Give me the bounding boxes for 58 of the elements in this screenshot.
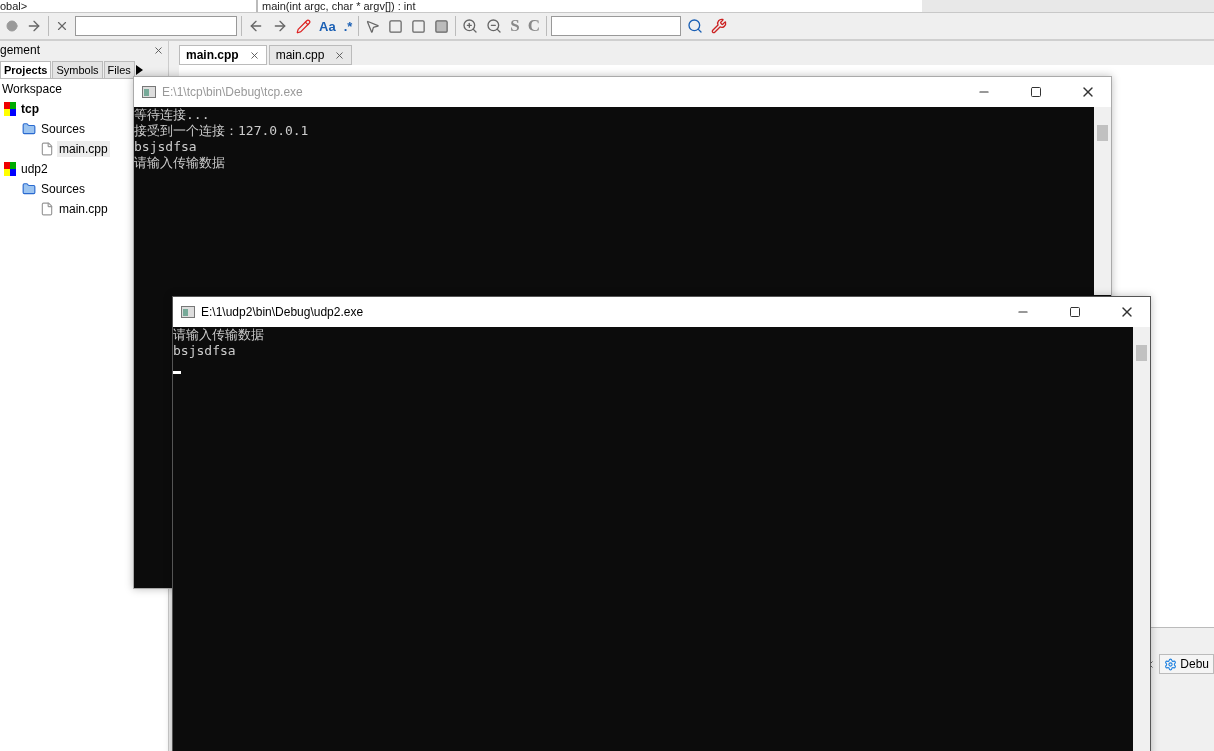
- panel-title: gement: [0, 43, 41, 57]
- close-icon[interactable]: [334, 49, 346, 61]
- tree-item[interactable]: tcp: [19, 101, 41, 117]
- console-line: 请输入传输数据: [134, 155, 225, 171]
- maximize-icon: [1030, 86, 1042, 98]
- filled-rectangle-icon: [434, 18, 450, 34]
- console-line: 等待连接...: [134, 107, 210, 123]
- tree-item[interactable]: Sources: [39, 121, 88, 137]
- folder-icon: [22, 182, 36, 196]
- panel-tab[interactable]: Files: [103, 61, 135, 78]
- arrow-right-icon: [272, 18, 288, 34]
- console-line: bsjsdfsa: [134, 139, 197, 155]
- scrollbar[interactable]: [1094, 107, 1111, 295]
- regex-button[interactable]: .*: [341, 15, 355, 37]
- tree-item[interactable]: main.cpp: [57, 201, 110, 217]
- close-icon[interactable]: [248, 49, 260, 61]
- rectangle-icon: [388, 18, 404, 34]
- editor-tab[interactable]: main.cpp: [268, 45, 353, 65]
- window-title: E:\1\udp2\bin\Debug\udp2.exe: [201, 305, 365, 319]
- match-case-button[interactable]: Aa: [317, 15, 338, 37]
- project-icon: [4, 102, 16, 116]
- pointer-icon: [365, 18, 381, 34]
- pencil-icon: [296, 18, 311, 34]
- close-icon[interactable]: [153, 44, 164, 56]
- file-icon: [40, 202, 54, 216]
- zoom-in-icon: [462, 18, 479, 34]
- tree-item[interactable]: udp2: [19, 161, 50, 177]
- editor-tab[interactable]: main.cpp: [179, 45, 267, 65]
- app-icon: [142, 86, 156, 98]
- project-icon: [4, 162, 16, 176]
- scope-dropdown[interactable]: obal>: [0, 0, 258, 12]
- app-icon: [181, 306, 195, 318]
- triangle-right-icon[interactable]: [135, 64, 143, 75]
- window-title: E:\1\tcp\bin\Debug\tcp.exe: [162, 85, 304, 99]
- dot-icon: [6, 20, 18, 32]
- console-line: bsjsdfsa: [173, 343, 236, 359]
- maximize-icon: [1069, 306, 1081, 318]
- panel-tab[interactable]: Projects: [0, 61, 52, 78]
- log-tab[interactable]: Debu: [1159, 654, 1214, 674]
- gear-icon: [1164, 657, 1178, 671]
- function-dropdown[interactable]: main(int argc, char * argv[]) : int: [258, 0, 922, 12]
- search-combo[interactable]: [551, 16, 682, 36]
- console-line: 请输入传输数据: [173, 327, 264, 343]
- folder-icon: [22, 122, 36, 136]
- tree-item[interactable]: main.cpp: [57, 141, 110, 157]
- scrollbar[interactable]: [1133, 327, 1150, 751]
- arrow-right-icon: [26, 18, 42, 34]
- file-icon: [40, 142, 54, 156]
- wrench-icon: [711, 18, 728, 34]
- search-icon: [687, 18, 704, 34]
- zoom-out-icon: [486, 18, 503, 34]
- tree-item[interactable]: Workspace: [0, 81, 64, 97]
- close-icon: [55, 19, 69, 33]
- rectangle-icon: [411, 18, 427, 34]
- panel-tab[interactable]: Symbols: [52, 61, 103, 78]
- search-combo[interactable]: [75, 16, 237, 36]
- console-line: 接受到一个连接：127.0.0.1: [134, 123, 309, 139]
- tree-item[interactable]: Sources: [39, 181, 88, 197]
